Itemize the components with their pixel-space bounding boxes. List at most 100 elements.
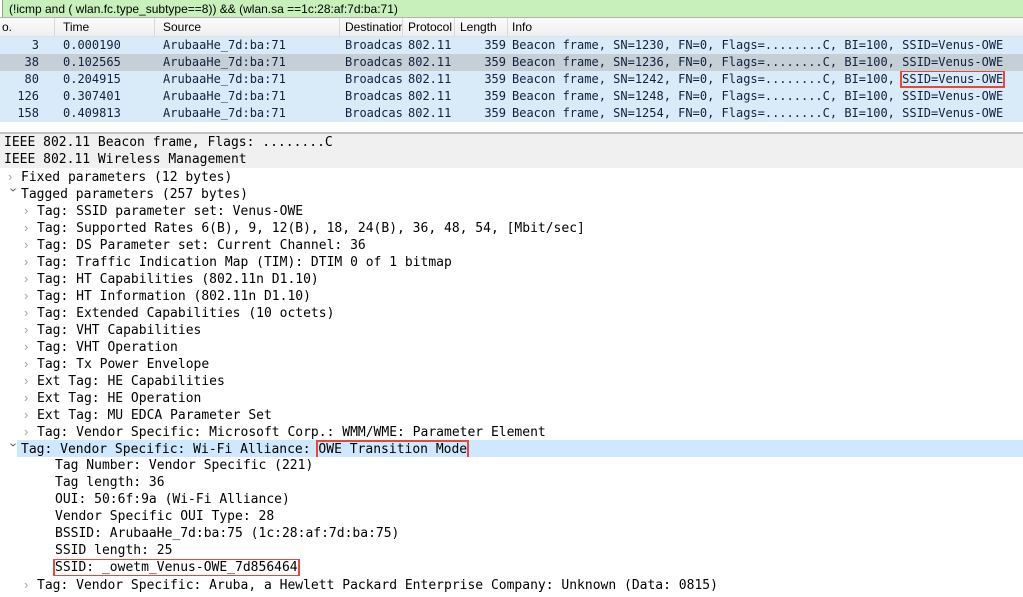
wireshark-capture-window: (!icmp and ( wlan.fc.type_subtype==8)) &… bbox=[0, 0, 1023, 597]
display-filter-bar: (!icmp and ( wlan.fc.type_subtype==8)) &… bbox=[0, 0, 1023, 18]
detail-item-label: OUI: 50:6f:9a (Wi-Fi Alliance) bbox=[55, 492, 290, 507]
packet-row[interactable]: 800.204915ArubaaHe_7d:ba:71Broadcast802.… bbox=[0, 71, 1023, 88]
expand-arrow-icon[interactable]: › bbox=[24, 304, 37, 321]
detail-tree-item[interactable]: ›Tag: DS Parameter set: Current Channel:… bbox=[0, 236, 1023, 253]
packet-list-body: 30.000190ArubaaHe_7d:ba:71Broadcast802.1… bbox=[0, 37, 1023, 122]
expand-arrow-icon[interactable]: › bbox=[24, 355, 37, 372]
packet-time-cell: 0.204915 bbox=[55, 71, 155, 88]
detail-tree-item[interactable]: BSSID: ArubaaHe_7d:ba:75 (1c:28:af:7d:ba… bbox=[0, 525, 1023, 542]
detail-tree-item[interactable]: ›Tag: VHT Operation bbox=[0, 338, 1023, 355]
expand-arrow-icon[interactable]: › bbox=[24, 338, 37, 355]
detail-item-label: Tag: HT Information (802.11n D1.10) bbox=[37, 289, 311, 304]
packet-row[interactable]: 380.102565ArubaaHe_7d:ba:71Broadcast802.… bbox=[0, 54, 1023, 71]
packet-protocol-cell: 802.11 bbox=[403, 105, 455, 122]
detail-item-label: Fixed parameters (12 bytes) bbox=[21, 170, 232, 185]
detail-tree-item[interactable]: ›Tag: Vendor Specific: Wi-Fi Alliance: O… bbox=[0, 440, 1023, 457]
expand-arrow-icon[interactable]: › bbox=[24, 219, 37, 236]
expand-arrow-icon[interactable]: › bbox=[24, 389, 37, 406]
detail-tree-item[interactable]: ›Tag: HT Capabilities (802.11n D1.10) bbox=[0, 270, 1023, 287]
packet-time-cell: 0.102565 bbox=[55, 54, 155, 71]
detail-tree-item[interactable]: ›Tag: SSID parameter set: Venus-OWE bbox=[0, 202, 1023, 219]
expand-arrow-icon[interactable]: › bbox=[24, 321, 37, 338]
expand-arrow-icon[interactable]: › bbox=[8, 168, 21, 185]
collapse-arrow-icon[interactable]: › bbox=[5, 443, 22, 456]
detail-tree-item[interactable]: ›Ext Tag: HE Operation bbox=[0, 389, 1023, 406]
detail-item-label: Ext Tag: HE Operation bbox=[37, 391, 201, 406]
expand-arrow-icon[interactable]: › bbox=[24, 372, 37, 389]
packet-length-cell: 359 bbox=[455, 37, 508, 54]
packet-row[interactable]: 1580.409813ArubaaHe_7d:ba:71Broadcast802… bbox=[0, 105, 1023, 122]
detail-item-label: Tag: VHT Operation bbox=[37, 340, 178, 355]
collapse-arrow-icon[interactable]: › bbox=[5, 188, 22, 201]
packet-destination-cell: Broadcast bbox=[340, 105, 403, 122]
detail-item-label: Ext Tag: HE Capabilities bbox=[37, 374, 225, 389]
expand-arrow-icon[interactable]: › bbox=[24, 253, 37, 270]
column-header-no[interactable]: o. bbox=[0, 18, 55, 36]
detail-item-label: BSSID: ArubaaHe_7d:ba:75 (1c:28:af:7d:ba… bbox=[55, 526, 399, 541]
column-header-destination[interactable]: Destination bbox=[340, 18, 403, 36]
detail-item-label: Tag: Vendor Specific: Aruba, a Hewlett P… bbox=[37, 578, 718, 593]
column-header-length[interactable]: Length bbox=[455, 18, 508, 36]
detail-tree-item[interactable]: ›Fixed parameters (12 bytes) bbox=[0, 168, 1023, 185]
packet-info-cell: Beacon frame, SN=1236, FN=0, Flags=.....… bbox=[508, 54, 1023, 71]
detail-tree-item[interactable]: ›Tag: Extended Capabilities (10 octets) bbox=[0, 304, 1023, 321]
expand-arrow-icon[interactable]: › bbox=[24, 270, 37, 287]
packet-list-header: o.TimeSourceDestinationProtocolLengthInf… bbox=[0, 18, 1023, 37]
detail-tree-item[interactable]: ›Tag: Tx Power Envelope bbox=[0, 355, 1023, 372]
detail-tree-item[interactable]: ›Ext Tag: HE Capabilities bbox=[0, 372, 1023, 389]
detail-item-label: Tag: Vendor Specific: Wi-Fi Alliance: bbox=[21, 442, 318, 457]
expand-arrow-icon[interactable]: › bbox=[24, 576, 37, 593]
detail-tree-item[interactable]: ›Tagged parameters (257 bytes) bbox=[0, 185, 1023, 202]
detail-item-label: Tag: HT Capabilities (802.11n D1.10) bbox=[37, 272, 319, 287]
detail-tree-item[interactable]: ›Tag: Traffic Indication Map (TIM): DTIM… bbox=[0, 253, 1023, 270]
display-filter-input[interactable]: (!icmp and ( wlan.fc.type_subtype==8)) &… bbox=[2, 0, 1023, 17]
packet-no-cell: 80 bbox=[0, 71, 55, 88]
packet-source-cell: ArubaaHe_7d:ba:71 bbox=[155, 88, 340, 105]
detail-item-label: IEEE 802.11 Beacon frame, Flags: .......… bbox=[4, 135, 333, 150]
detail-item-label: Tag: Tx Power Envelope bbox=[37, 357, 209, 372]
detail-tree-item[interactable]: ›Ext Tag: MU EDCA Parameter Set bbox=[0, 406, 1023, 423]
expand-arrow-icon[interactable]: › bbox=[24, 202, 37, 219]
packet-source-cell: ArubaaHe_7d:ba:71 bbox=[155, 54, 340, 71]
detail-tree-item[interactable]: SSID length: 25 bbox=[0, 542, 1023, 559]
packet-info-text: Beacon frame, SN=1254, FN=0, Flags=.....… bbox=[512, 106, 1003, 120]
packet-info-cell: Beacon frame, SN=1248, FN=0, Flags=.....… bbox=[508, 88, 1023, 105]
packet-row[interactable]: 30.000190ArubaaHe_7d:ba:71Broadcast802.1… bbox=[0, 37, 1023, 54]
detail-tree-item[interactable]: ›Tag: Supported Rates 6(B), 9, 12(B), 18… bbox=[0, 219, 1023, 236]
packet-no-cell: 3 bbox=[0, 37, 55, 54]
packet-no-cell: 126 bbox=[0, 88, 55, 105]
packet-source-cell: ArubaaHe_7d:ba:71 bbox=[155, 37, 340, 54]
packet-protocol-cell: 802.11 bbox=[403, 54, 455, 71]
packet-length-cell: 359 bbox=[455, 71, 508, 88]
detail-tree-item[interactable]: ›Tag: Vendor Specific: Microsoft Corp.: … bbox=[0, 423, 1023, 440]
detail-tree-item[interactable]: ›Tag: HT Information (802.11n D1.10) bbox=[0, 287, 1023, 304]
expand-arrow-icon[interactable]: › bbox=[24, 423, 37, 440]
packet-time-cell: 0.307401 bbox=[55, 88, 155, 105]
expand-arrow-icon[interactable]: › bbox=[24, 236, 37, 253]
detail-tree-item[interactable]: OUI: 50:6f:9a (Wi-Fi Alliance) bbox=[0, 491, 1023, 508]
annotation-box: SSID: _owetm_Venus-OWE_7d856464 bbox=[55, 560, 298, 575]
column-header-info[interactable]: Info bbox=[508, 18, 1023, 36]
packet-row[interactable]: 1260.307401ArubaaHe_7d:ba:71Broadcast802… bbox=[0, 88, 1023, 105]
column-header-time[interactable]: Time bbox=[55, 18, 155, 36]
pane-splitter[interactable] bbox=[0, 122, 1023, 134]
detail-tree-item[interactable]: Vendor Specific OUI Type: 28 bbox=[0, 508, 1023, 525]
column-header-source[interactable]: Source bbox=[155, 18, 340, 36]
packet-destination-cell: Broadcast bbox=[340, 54, 403, 71]
column-header-protocol[interactable]: Protocol bbox=[403, 18, 455, 36]
detail-tree-item[interactable]: ›Tag: VHT Capabilities bbox=[0, 321, 1023, 338]
detail-tree-item[interactable]: Tag Number: Vendor Specific (221) bbox=[0, 457, 1023, 474]
packet-source-cell: ArubaaHe_7d:ba:71 bbox=[155, 71, 340, 88]
detail-tree-item[interactable]: IEEE 802.11 Beacon frame, Flags: .......… bbox=[0, 134, 1023, 151]
detail-tree-item[interactable]: ›Tag: Vendor Specific: Aruba, a Hewlett … bbox=[0, 576, 1023, 593]
detail-tree-item[interactable]: SSID: _owetm_Venus-OWE_7d856464 bbox=[0, 559, 1023, 576]
expand-arrow-icon[interactable]: › bbox=[24, 287, 37, 304]
packet-info-text: Beacon frame, SN=1248, FN=0, Flags=.....… bbox=[512, 89, 1003, 103]
detail-tree-item[interactable]: Tag length: 36 bbox=[0, 474, 1023, 491]
detail-tree-item[interactable]: IEEE 802.11 Wireless Management bbox=[0, 151, 1023, 168]
expand-arrow-icon[interactable]: › bbox=[24, 406, 37, 423]
packet-destination-cell: Broadcast bbox=[340, 88, 403, 105]
packet-protocol-cell: 802.11 bbox=[403, 37, 455, 54]
detail-item-label: Ext Tag: MU EDCA Parameter Set bbox=[37, 408, 272, 423]
packet-info-text: Beacon frame, SN=1236, FN=0, Flags=.....… bbox=[512, 55, 1003, 69]
